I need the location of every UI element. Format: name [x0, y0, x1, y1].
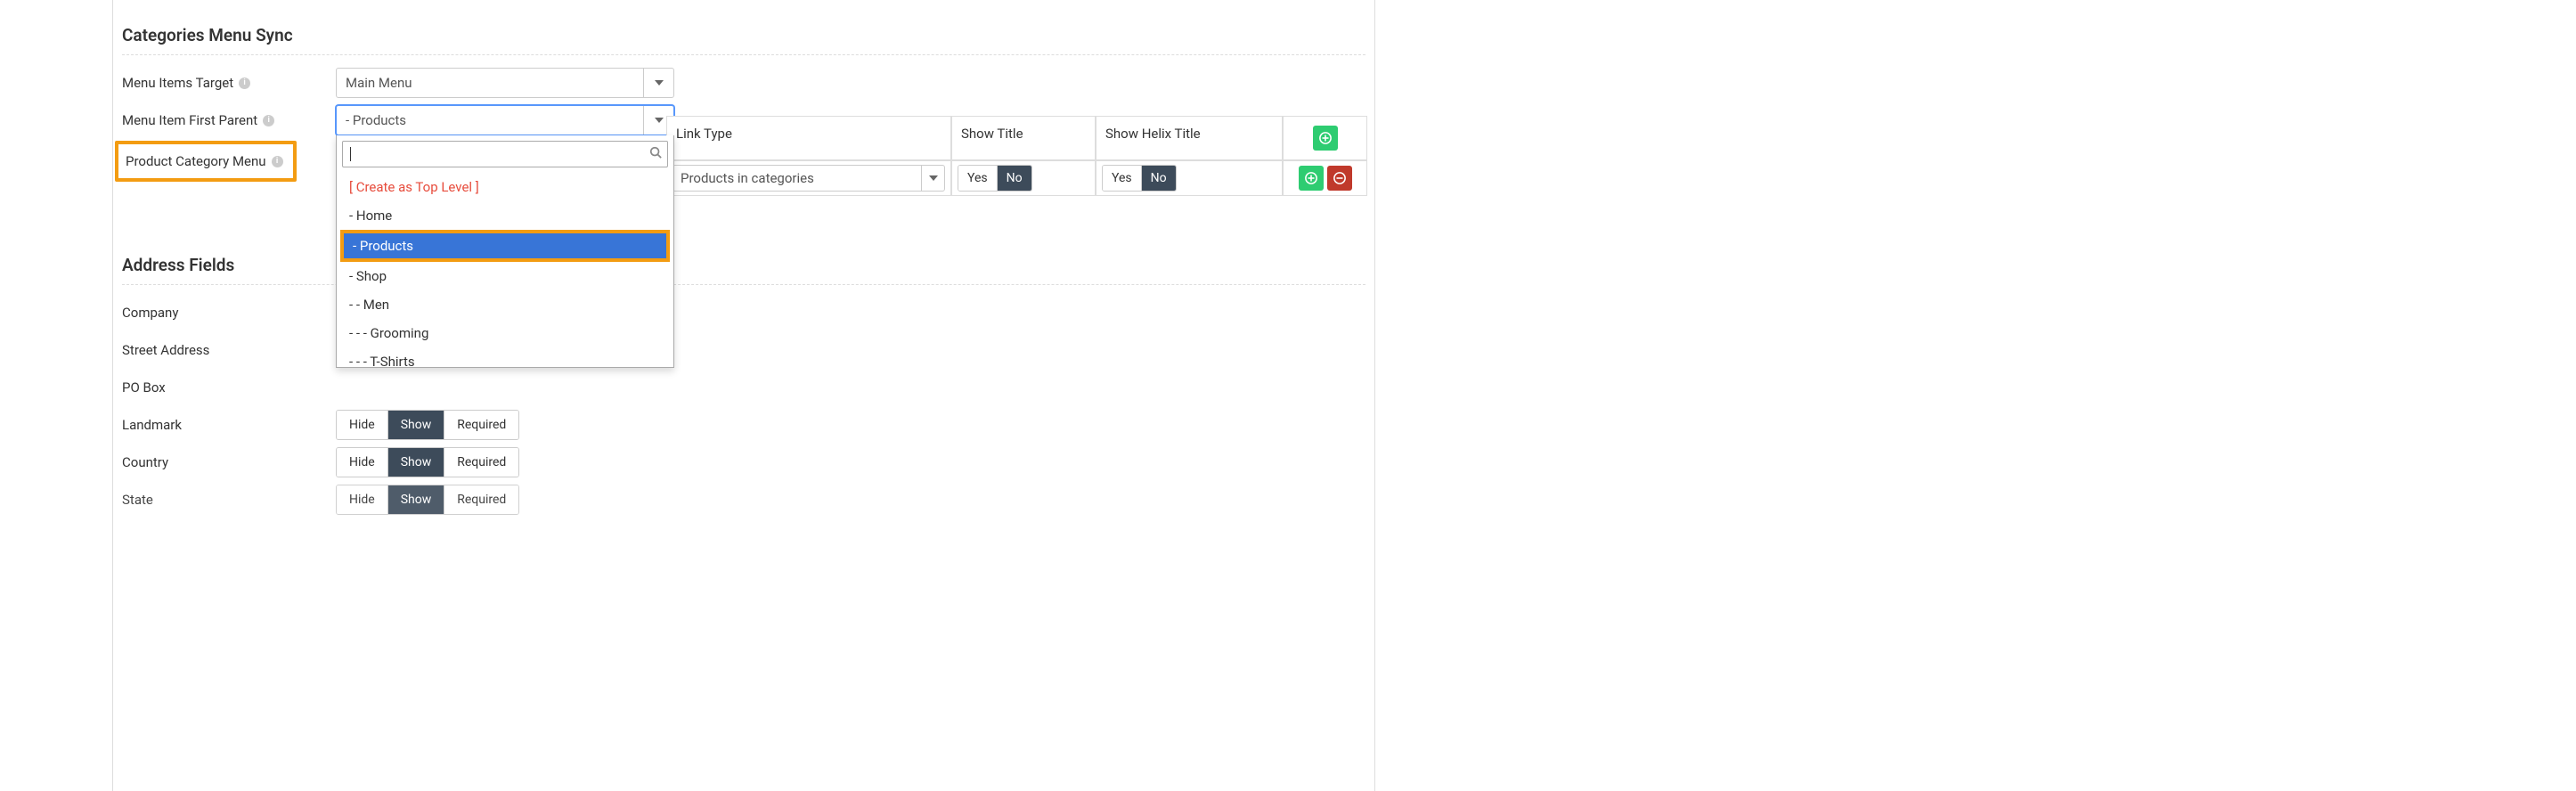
toggle-required[interactable]: Required — [444, 411, 518, 439]
toggle-no[interactable]: No — [1142, 166, 1176, 191]
dropdown-item-tshirts[interactable]: - - - T-Shirts — [337, 347, 673, 367]
label-po-box: PO Box — [122, 379, 336, 396]
product-category-menu-table: Link Type Show Title Show Helix Title Pr… — [666, 116, 1370, 196]
info-icon[interactable]: i — [239, 77, 250, 89]
label-product-category-menu: Product Category Menu i — [115, 141, 297, 182]
row-state: State Hide Show Required — [122, 483, 1365, 517]
label-text: State — [122, 492, 153, 508]
toggle-country[interactable]: Hide Show Required — [336, 447, 519, 477]
toggle-required[interactable]: Required — [444, 448, 518, 477]
label-text: Product Category Menu — [126, 153, 266, 169]
select-menu-items-target[interactable]: Main Menu — [336, 68, 674, 98]
row-landmark: Landmark Hide Show Required — [122, 408, 1365, 442]
th-show-title: Show Title — [951, 116, 1096, 160]
td-show-helix-title: Yes No — [1096, 160, 1283, 196]
dropdown-item-create-top-level[interactable]: [ Create as Top Level ] — [337, 173, 673, 201]
label-text: Country — [122, 454, 168, 470]
row-country: Country Hide Show Required — [122, 445, 1365, 479]
label-country: Country — [122, 454, 336, 470]
toggle-hide[interactable]: Hide — [337, 485, 388, 514]
add-row-button[interactable] — [1313, 126, 1338, 151]
label-text: Street Address — [122, 342, 209, 358]
th-show-helix-title-text: Show Helix Title — [1105, 126, 1201, 142]
select-value: - Products — [346, 112, 406, 128]
toggle-yes[interactable]: Yes — [958, 166, 998, 191]
dropdown-search-input[interactable] — [351, 147, 642, 161]
section-title-address: Address Fields — [122, 230, 1365, 284]
toggle-required[interactable]: Required — [444, 485, 518, 514]
dropdown-item-men[interactable]: - - Men — [337, 290, 673, 319]
search-icon — [649, 146, 662, 162]
td-link-type: Products in categories — [666, 160, 951, 196]
th-link-type: Link Type — [666, 116, 951, 160]
dropdown-list[interactable]: [ Create as Top Level ] - Home - Product… — [337, 173, 673, 367]
th-link-type-text: Link Type — [676, 126, 732, 142]
th-show-title-text: Show Title — [961, 126, 1023, 142]
toggle-show[interactable]: Show — [388, 411, 445, 439]
row-street-address: Street Address — [122, 333, 1365, 367]
toggle-landmark[interactable]: Hide Show Required — [336, 410, 519, 440]
th-actions — [1283, 116, 1367, 160]
toggle-hide[interactable]: Hide — [337, 411, 388, 439]
th-show-helix-title: Show Helix Title — [1096, 116, 1283, 160]
label-text: Company — [122, 305, 178, 321]
info-icon[interactable]: i — [272, 156, 283, 167]
dropdown-item-home[interactable]: - Home — [337, 201, 673, 230]
toggle-state[interactable]: Hide Show Required — [336, 485, 519, 515]
label-text: Menu Items Target — [122, 75, 233, 91]
label-street-address: Street Address — [122, 342, 336, 358]
info-icon[interactable]: i — [263, 115, 274, 126]
label-landmark: Landmark — [122, 417, 336, 433]
toggle-no[interactable]: No — [998, 166, 1031, 191]
label-state: State — [122, 492, 336, 508]
label-text: Menu Item First Parent — [122, 112, 257, 128]
select-menu-item-first-parent[interactable]: - Products — [336, 105, 674, 135]
row-po-box: PO Box — [122, 371, 1365, 404]
select-link-type[interactable]: Products in categories — [673, 165, 945, 192]
select-value: Main Menu — [346, 75, 412, 91]
row-company: Company — [122, 296, 1365, 330]
toggle-show[interactable]: Show — [388, 448, 445, 477]
chevron-down-icon — [921, 166, 944, 191]
dropdown-panel-first-parent: [ Create as Top Level ] - Home - Product… — [336, 135, 674, 368]
toggle-show[interactable]: Show — [388, 485, 445, 514]
toggle-hide[interactable]: Hide — [337, 448, 388, 477]
divider — [122, 284, 1365, 285]
label-text: Landmark — [122, 417, 182, 433]
dropdown-search[interactable] — [342, 141, 668, 167]
add-row-button[interactable] — [1299, 166, 1324, 191]
label-company: Company — [122, 305, 336, 321]
toggle-show-title[interactable]: Yes No — [958, 165, 1032, 192]
toggle-yes[interactable]: Yes — [1103, 166, 1142, 191]
row-menu-items-target: Menu Items Target i Main Menu — [122, 66, 1365, 100]
remove-row-button[interactable] — [1327, 166, 1352, 191]
toggle-show-helix-title[interactable]: Yes No — [1102, 165, 1177, 192]
chevron-down-icon — [643, 69, 673, 97]
dropdown-item-products[interactable]: - Products — [340, 230, 670, 262]
td-actions — [1283, 160, 1367, 196]
section-title-categories: Categories Menu Sync — [122, 0, 1365, 54]
label-text: PO Box — [122, 379, 166, 396]
label-menu-items-target: Menu Items Target i — [122, 75, 336, 91]
label-menu-item-first-parent: Menu Item First Parent i — [122, 112, 336, 128]
td-show-title: Yes No — [951, 160, 1096, 196]
divider — [122, 54, 1365, 55]
select-link-type-value: Products in categories — [681, 170, 814, 186]
dropdown-item-shop[interactable]: - Shop — [337, 262, 673, 290]
dropdown-item-grooming[interactable]: - - - Grooming — [337, 319, 673, 347]
